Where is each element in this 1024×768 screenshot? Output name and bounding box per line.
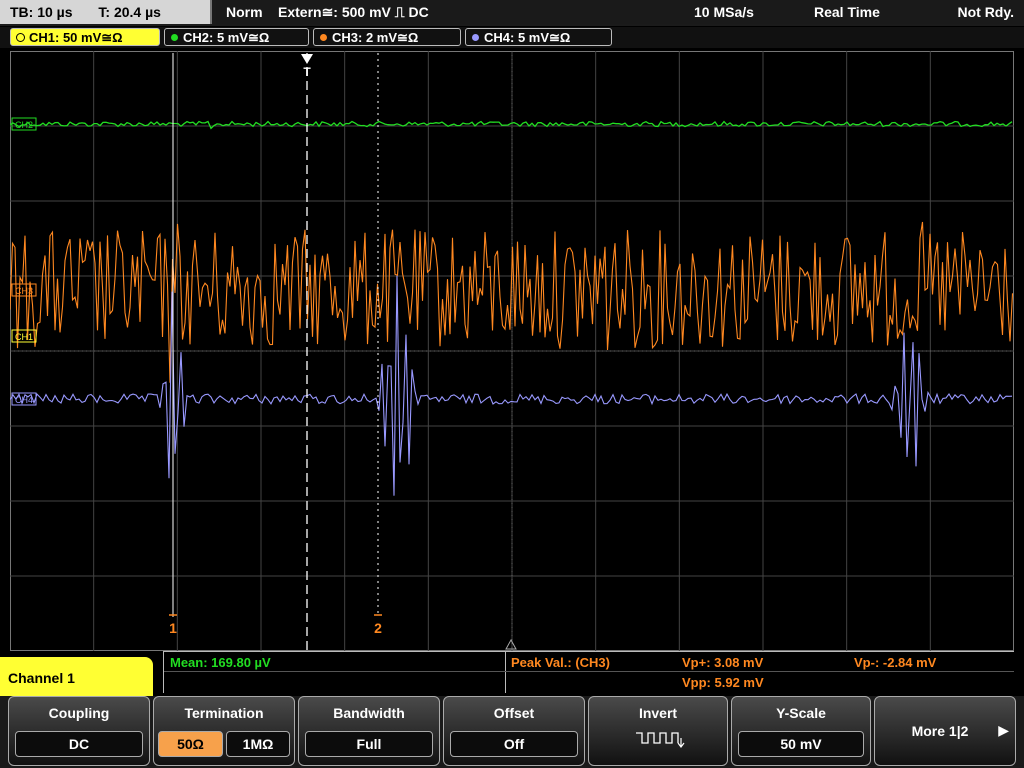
ch1-marker-label: CH1 — [15, 332, 33, 342]
measure-divider — [505, 652, 506, 693]
ch2-marker-label: CH2 — [15, 120, 33, 130]
ch3-indicator-icon — [320, 34, 327, 41]
invert-waveform-icon — [636, 732, 685, 748]
mean-measurement: Mean: 169.80 µV — [170, 655, 271, 670]
invert-title: Invert — [638, 705, 678, 721]
vp-minus-value: Vp-: -2.84 mV — [854, 655, 937, 670]
offset-title: Offset — [493, 705, 535, 721]
tab-ch3-label: CH3: 2 mV≅Ω — [332, 30, 419, 45]
bandwidth-title: Bandwidth — [333, 705, 405, 721]
invert-softkey[interactable]: Invert — [588, 696, 728, 766]
coupling-title: Coupling — [48, 705, 110, 721]
trigger-ref-arrow-icon — [505, 638, 517, 650]
peak-value-label: Peak Val.: (CH3) — [511, 655, 610, 670]
measurement-panel: Mean: 169.80 µV Peak Val.: (CH3) Vp+: 3.… — [163, 651, 1014, 693]
ch2-indicator-icon — [171, 34, 178, 41]
sample-rate: 10 MSa/s — [694, 4, 754, 20]
graticule-grid — [10, 51, 1014, 651]
offset-softkey[interactable]: Offset Off — [443, 696, 585, 766]
channel-tab-row: CH1: 50 mV≅Ω CH2: 5 mV≅Ω CH3: 2 mV≅Ω CH4… — [0, 27, 1024, 48]
waveform-ch3 — [10, 221, 1014, 383]
tab-ch1-label: CH1: 50 mV≅Ω — [29, 30, 123, 45]
waveform-ch2 — [10, 120, 1013, 130]
tab-ch2[interactable]: CH2: 5 mV≅Ω — [164, 28, 309, 46]
timebase-value: TB: 10 µs — [10, 4, 73, 20]
ch4-level-marker[interactable]: CH4 — [11, 392, 37, 406]
tab-ch2-label: CH2: 5 mV≅Ω — [183, 30, 270, 45]
more-arrow-icon: ▶ — [998, 722, 1009, 738]
ch3-marker-label: CH3 — [15, 286, 33, 296]
ch1-indicator-icon — [16, 33, 25, 42]
trigger-time-value: T: 20.4 µs — [98, 4, 161, 20]
vpp-value: Vpp: 5.92 mV — [682, 675, 764, 690]
offset-value: Off — [450, 731, 578, 757]
trigger-marker-label: T — [303, 65, 311, 79]
measure-row-divider — [164, 671, 1014, 672]
termination-softkey[interactable]: Termination 50Ω 1MΩ — [153, 696, 295, 766]
ch3-level-marker[interactable]: CH3 — [11, 283, 37, 297]
ch1-level-marker[interactable]: CH1 — [11, 329, 37, 343]
ch4-marker-label: CH4 — [15, 395, 33, 405]
status-bar: TB: 10 µs T: 20.4 µs Norm Extern≅: 500 m… — [0, 0, 1024, 26]
tab-ch4[interactable]: CH4: 5 mV≅Ω — [465, 28, 612, 46]
more-softkey[interactable]: More 1|2 ▶ — [874, 696, 1016, 766]
cursor-2-label: 2 — [374, 620, 382, 636]
y-scale-softkey[interactable]: Y-Scale 50 mV — [731, 696, 871, 766]
coupling-value: DC — [15, 731, 143, 757]
tab-ch4-label: CH4: 5 mV≅Ω — [484, 30, 571, 45]
termination-1mohm-option[interactable]: 1MΩ — [226, 731, 290, 757]
trigger-mode: Norm — [226, 4, 263, 20]
y-scale-title: Y-Scale — [776, 705, 826, 721]
trigger-arrow-icon[interactable] — [301, 54, 313, 64]
trigger-status: Not Rdy. — [957, 4, 1014, 20]
y-scale-value: 50 mV — [738, 731, 864, 757]
ch4-indicator-icon — [472, 34, 479, 41]
vp-plus-value: Vp+: 3.08 mV — [682, 655, 764, 670]
termination-title: Termination — [184, 705, 264, 721]
bandwidth-value: Full — [305, 731, 433, 757]
tab-ch3[interactable]: CH3: 2 mV≅Ω — [313, 28, 461, 46]
trigger-panel[interactable]: Norm Extern≅: 500 mV ⎍ DC 10 MSa/s Real … — [216, 0, 1024, 24]
bandwidth-softkey[interactable]: Bandwidth Full — [298, 696, 440, 766]
menu-title: Channel 1 — [0, 657, 153, 697]
termination-50ohm-option[interactable]: 50Ω — [158, 731, 223, 757]
cursor-1-label: 1 — [169, 620, 177, 636]
acquisition-mode: Real Time — [814, 4, 880, 20]
more-title: More 1|2 — [911, 723, 969, 739]
waveform-display[interactable]: T CH2 CH3 CH1 CH4 1 2 — [10, 51, 1014, 651]
timebase-panel[interactable]: TB: 10 µs T: 20.4 µs — [0, 0, 212, 24]
tab-ch1[interactable]: CH1: 50 mV≅Ω — [10, 28, 160, 46]
softkey-bar: Coupling DC Termination 50Ω 1MΩ Bandwidt… — [0, 696, 1024, 768]
coupling-softkey[interactable]: Coupling DC — [8, 696, 150, 766]
ch2-level-marker[interactable]: CH2 — [11, 117, 37, 131]
trigger-source: Extern≅: 500 mV ⎍ DC — [278, 4, 429, 20]
